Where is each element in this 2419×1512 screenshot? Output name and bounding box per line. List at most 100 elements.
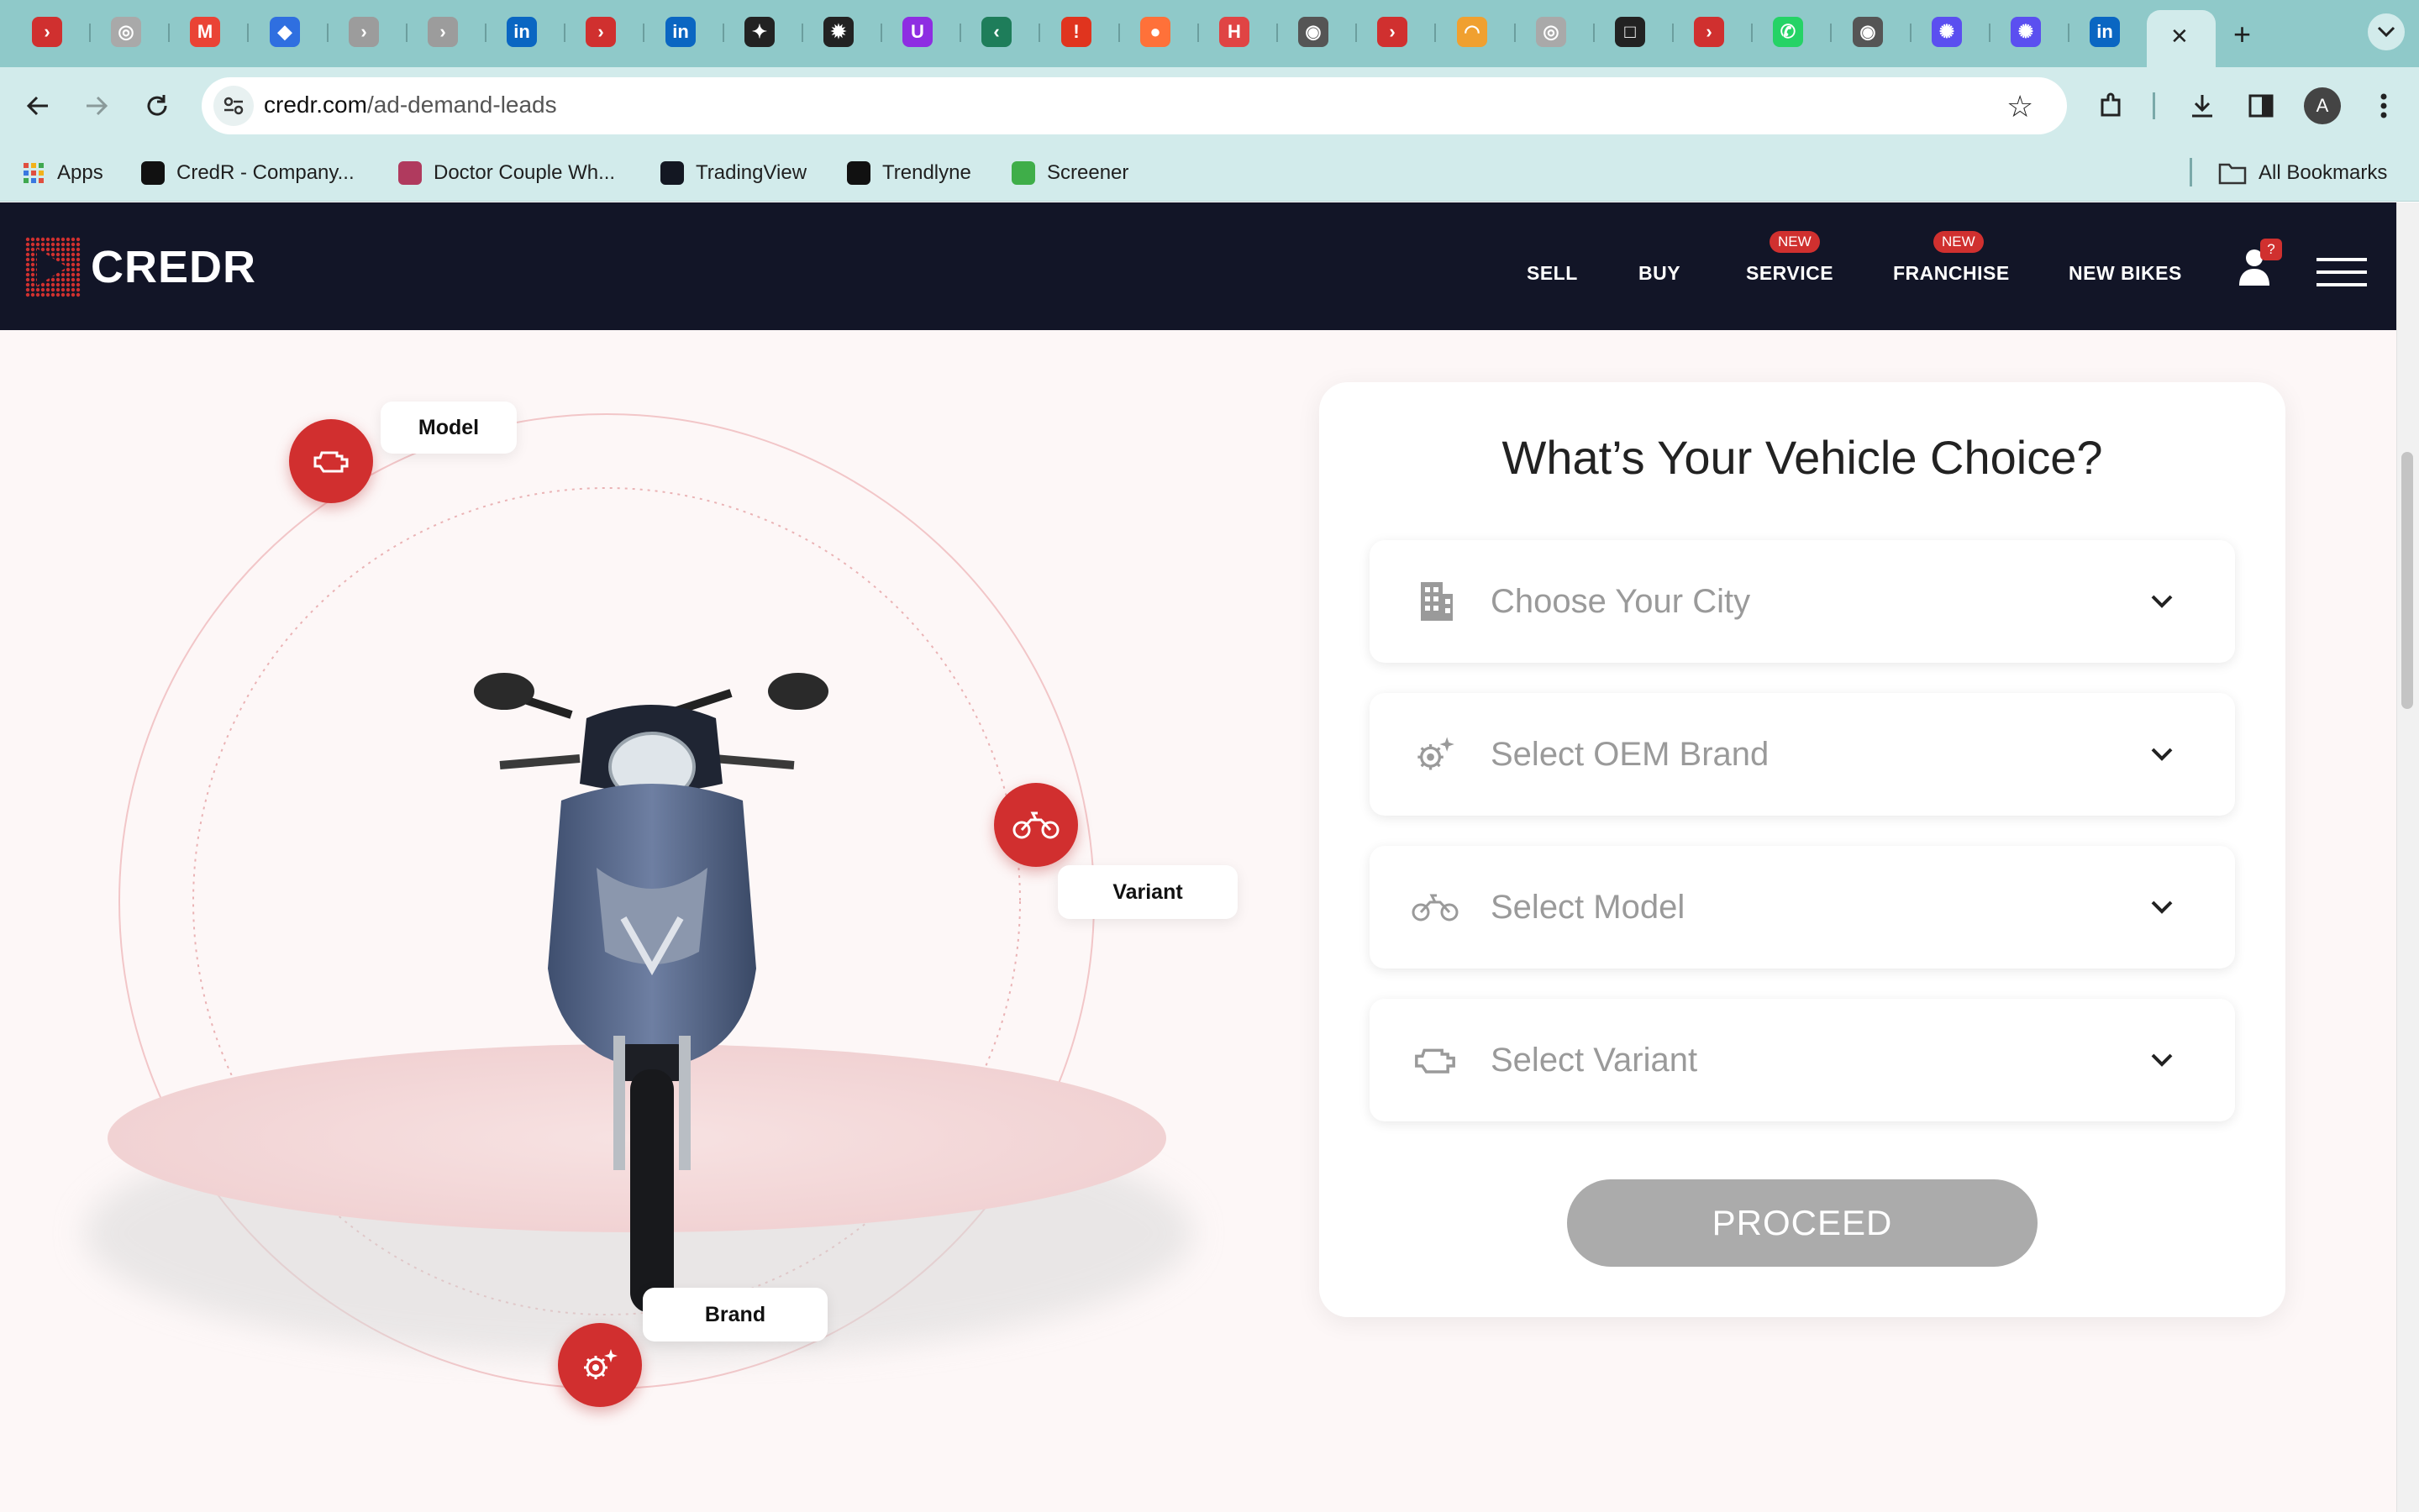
- reload-icon: [147, 95, 167, 116]
- profile-avatar[interactable]: A: [2304, 87, 2341, 124]
- leaf-icon[interactable]: ‹: [981, 17, 1012, 47]
- tab-separator: [1672, 24, 1674, 42]
- bookmark-item[interactable]: Trendlyne: [847, 158, 971, 188]
- city-select[interactable]: Choose Your City: [1370, 540, 2235, 663]
- tab-search-button[interactable]: [2368, 13, 2405, 50]
- bookmark-item[interactable]: Screener: [1012, 158, 1128, 188]
- variant-select[interactable]: Select Variant: [1370, 999, 2235, 1121]
- bookmarks-bar: [0, 144, 2419, 202]
- linkedin-icon[interactable]: in: [507, 17, 537, 47]
- downloads-button[interactable]: [2181, 85, 2223, 127]
- whatsapp-icon[interactable]: ✆: [1773, 17, 1803, 47]
- tab-separator: [1989, 24, 1990, 42]
- model-label: Model: [381, 402, 517, 454]
- nav-link-buy[interactable]: BUY: [1638, 262, 1680, 285]
- back-button[interactable]: [17, 85, 59, 127]
- firefox-icon[interactable]: ●: [1140, 17, 1170, 47]
- active-tab[interactable]: ✕: [2147, 10, 2216, 67]
- credr-logo-text: CREDR: [91, 242, 257, 292]
- nav-link-new-bikes[interactable]: NEW BIKES: [2069, 262, 2182, 285]
- tab-separator: [168, 24, 170, 42]
- bookmark-item[interactable]: TradingView: [660, 158, 807, 188]
- toolbar-divider: [2153, 92, 2155, 119]
- tab-separator: [1593, 24, 1595, 42]
- shield-tab-icon[interactable]: ◆: [270, 17, 300, 47]
- bookmark-item[interactable]: Apps: [22, 158, 103, 188]
- side-panel-icon: [2248, 94, 2274, 118]
- account-button[interactable]: ?: [2238, 239, 2282, 290]
- nav-link-service[interactable]: SERVICE: [1746, 262, 1833, 285]
- site-info-icon[interactable]: [213, 86, 254, 126]
- browser-menu-button[interactable]: [2363, 85, 2405, 127]
- kebab-menu-icon: [2380, 93, 2387, 118]
- alert-icon[interactable]: !: [1061, 17, 1091, 47]
- credr-grey-icon[interactable]: ›: [349, 17, 379, 47]
- address-bar[interactable]: credr.com/ad-demand-leads ☆: [202, 77, 2067, 134]
- tab-separator: [802, 24, 803, 42]
- gmail-icon[interactable]: M: [190, 17, 220, 47]
- brand-label: Brand: [643, 1288, 828, 1341]
- credr-grey-icon[interactable]: ›: [428, 17, 458, 47]
- arrow-right-icon: [87, 96, 108, 116]
- tab-separator: [1118, 24, 1120, 42]
- arrow-left-icon: [26, 96, 48, 116]
- variant-select-placeholder: Select Variant: [1491, 1041, 1698, 1079]
- variant-step-button[interactable]: [994, 783, 1078, 867]
- oem-brand-select[interactable]: Select OEM Brand: [1370, 693, 2235, 816]
- credr-bookmark-icon: [141, 161, 165, 185]
- credr-icon[interactable]: ›: [1377, 17, 1407, 47]
- bookmark-label: Doctor Couple Wh...: [434, 161, 616, 184]
- site-header: [0, 202, 2396, 330]
- openai-icon[interactable]: ◎: [111, 17, 141, 47]
- brand-step-button[interactable]: [558, 1323, 642, 1407]
- chrome-icon[interactable]: ◉: [1298, 17, 1328, 47]
- rainbow-icon[interactable]: ◠: [1457, 17, 1487, 47]
- linkedin-icon[interactable]: in: [665, 17, 696, 47]
- scrollbar-thumb[interactable]: [2401, 452, 2413, 709]
- close-tab-icon[interactable]: ✕: [2170, 24, 2189, 50]
- credr-icon[interactable]: ›: [1694, 17, 1724, 47]
- bookmark-label: Trendlyne: [882, 161, 971, 184]
- model-select[interactable]: Select Model: [1370, 846, 2235, 969]
- tab-separator: [485, 24, 486, 42]
- bookmark-star-icon[interactable]: ☆: [2006, 89, 2033, 124]
- credr-icon[interactable]: ›: [32, 17, 62, 47]
- chevron-down-icon: [2145, 890, 2179, 924]
- asterisk-icon[interactable]: ✺: [2011, 17, 2041, 47]
- bookmark-label: Screener: [1047, 161, 1129, 184]
- tab-separator: [1355, 24, 1357, 42]
- square-icon[interactable]: □: [1615, 17, 1645, 47]
- bookmark-item[interactable]: Doctor Couple Wh...: [398, 158, 615, 188]
- gear-tab-icon[interactable]: ✹: [823, 17, 854, 47]
- engine-icon: [1412, 1037, 1459, 1084]
- chrome-icon[interactable]: ◉: [1853, 17, 1883, 47]
- credr-logo[interactable]: CREDR: [25, 237, 256, 297]
- chevron-down-icon: [2145, 585, 2179, 618]
- u-icon[interactable]: U: [902, 17, 933, 47]
- all-bookmarks-button[interactable]: All Bookmarks: [2218, 158, 2387, 188]
- extensions-button[interactable]: [2090, 85, 2132, 127]
- new-tab-button[interactable]: +: [2233, 17, 2251, 52]
- motorcycle-icon: [1012, 811, 1060, 839]
- h-icon[interactable]: H: [1219, 17, 1249, 47]
- side-panel-button[interactable]: [2240, 85, 2282, 127]
- tab-separator: [1039, 24, 1040, 42]
- forward-button[interactable]: [76, 85, 118, 127]
- url-domain: credr.com: [264, 92, 367, 118]
- tab-separator: [723, 24, 724, 42]
- bookmark-item[interactable]: CredR - Company...: [141, 158, 355, 188]
- model-step-button[interactable]: [289, 419, 373, 503]
- asterisk-icon[interactable]: ✺: [1932, 17, 1962, 47]
- linkedin-icon[interactable]: in: [2090, 17, 2120, 47]
- scrollbar-track[interactable]: [2396, 202, 2419, 1512]
- hamburger-menu-button[interactable]: [2316, 257, 2367, 291]
- tab-separator: [881, 24, 882, 42]
- reload-button[interactable]: [136, 85, 178, 127]
- nav-link-sell[interactable]: SELL: [1527, 262, 1578, 285]
- openai-icon[interactable]: ◎: [1536, 17, 1566, 47]
- proceed-button[interactable]: PROCEED: [1567, 1179, 2038, 1267]
- nav-link-franchise[interactable]: FRANCHISE: [1893, 262, 2010, 285]
- screener-icon: [1012, 161, 1035, 185]
- credr-icon[interactable]: ›: [586, 17, 616, 47]
- runner-icon[interactable]: ✦: [744, 17, 775, 47]
